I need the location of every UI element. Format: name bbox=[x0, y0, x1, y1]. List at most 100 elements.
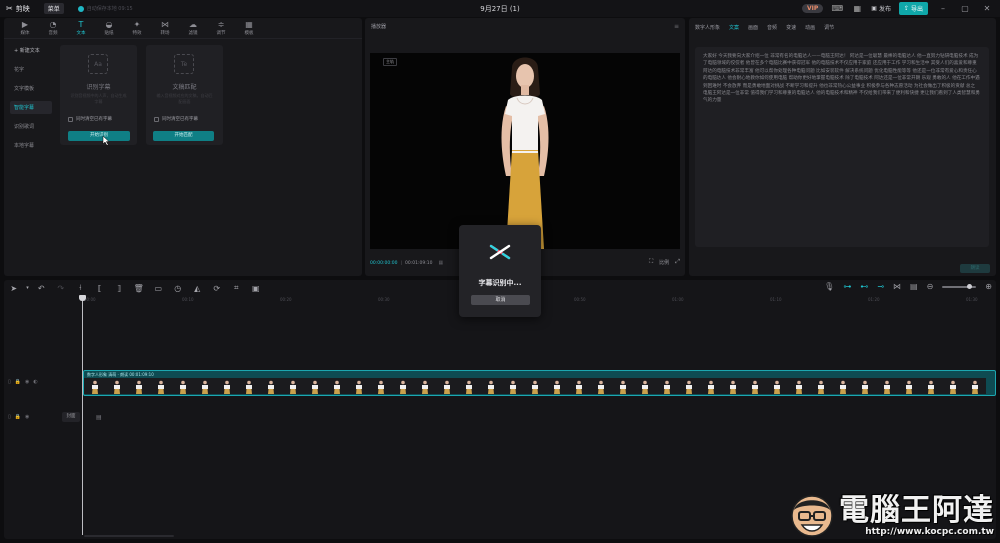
clip-frame bbox=[854, 378, 876, 394]
track-lock-icon[interactable]: ▯ bbox=[8, 379, 11, 385]
clip-frame bbox=[238, 378, 260, 394]
start-match-button[interactable]: 开始匹配 bbox=[153, 131, 214, 141]
lock-icon[interactable]: 🔒 bbox=[15, 379, 21, 385]
preview-axis-icon[interactable]: ▤ bbox=[910, 282, 918, 291]
publish-button[interactable]: ▣ 发布 bbox=[871, 4, 891, 13]
cover-button[interactable]: 封面 bbox=[62, 412, 80, 422]
tab-media[interactable]: ▶ 媒体 bbox=[12, 18, 38, 38]
tab-sticker[interactable]: ◒ 贴纸 bbox=[96, 18, 122, 38]
split-left-icon[interactable]: ⟦ bbox=[90, 282, 110, 294]
subtitle-cards: Aa 识别字幕 识别音视频中的人声，自动生成字幕 同时清空已有字幕 Te 文稿匹… bbox=[60, 45, 223, 145]
shortcut-icon[interactable]: ⌨ bbox=[831, 3, 843, 15]
fullscreen-icon[interactable]: ⤢ bbox=[675, 258, 680, 266]
script-editor[interactable]: 大家好 今天我要向大家介绍一位 非常有名的电脑达人——电脑王阿达！ 阿达是一位聪… bbox=[695, 47, 989, 247]
inspector-tab[interactable]: 调节 bbox=[824, 24, 834, 31]
clip-frame bbox=[656, 378, 678, 394]
new-text-button[interactable]: + 新建文本 bbox=[10, 44, 52, 57]
menu-button[interactable]: 菜单 bbox=[43, 3, 64, 14]
close-icon[interactable]: ✕ bbox=[980, 4, 994, 13]
auto-snap-icon[interactable]: ⊷ bbox=[860, 282, 868, 291]
read-aloud-button[interactable]: 朗读 bbox=[960, 264, 990, 273]
ratio-button[interactable]: 比例 bbox=[659, 259, 669, 266]
layout-icon[interactable]: ▦ bbox=[851, 3, 863, 15]
vip-badge[interactable]: VIP bbox=[801, 4, 824, 13]
clip-frame bbox=[744, 378, 766, 394]
tab-filter[interactable]: ☁ 滤镜 bbox=[180, 18, 206, 38]
crop-tool-icon[interactable]: ⌗ bbox=[227, 282, 247, 294]
tab-effects[interactable]: ✦ 特效 bbox=[124, 18, 150, 38]
inspector-tab[interactable]: 画面 bbox=[748, 24, 758, 31]
text-category-item[interactable]: 文字模板 bbox=[10, 82, 52, 95]
main-track-magnet-icon[interactable]: ⊶ bbox=[843, 282, 851, 291]
clip-frame bbox=[458, 378, 480, 394]
freeze-icon[interactable]: ▭ bbox=[149, 282, 169, 294]
tab-audio[interactable]: ◔ 音频 bbox=[40, 18, 66, 38]
track-lock-icon[interactable]: ▯ bbox=[8, 414, 11, 420]
card-description: 输入音视频对应的文稿，自动匹配画面 bbox=[156, 93, 213, 104]
redo-icon[interactable]: ↷ bbox=[51, 282, 71, 294]
watermark-text-block: 電腦王阿達 http://www.kocpc.com.tw bbox=[839, 495, 994, 538]
inspector-tab[interactable]: 变速 bbox=[786, 24, 796, 31]
chevron-down-icon[interactable]: ▾ bbox=[24, 282, 32, 294]
cancel-button[interactable]: 取消 bbox=[471, 295, 530, 305]
speaker-icon[interactable]: ◐ bbox=[33, 379, 37, 385]
inspector-tab[interactable]: 文案 bbox=[729, 24, 739, 31]
split-icon[interactable]: ⟊ bbox=[71, 282, 91, 294]
timeline-scrollbar[interactable] bbox=[84, 535, 174, 537]
more-icon[interactable]: ≡ bbox=[674, 23, 679, 30]
audio-track-controls: ▯ 🔒 ◉ bbox=[8, 414, 29, 420]
eye-icon[interactable]: ◉ bbox=[25, 379, 29, 385]
select-tool-icon[interactable]: ➤ bbox=[4, 282, 24, 294]
tab-label: 音频 bbox=[48, 31, 58, 36]
clear-existing-option[interactable]: 同时清空已有字幕 bbox=[68, 116, 112, 122]
timecode-format-icon[interactable]: ▦ bbox=[438, 260, 443, 266]
inspector-tab[interactable]: 音频 bbox=[767, 24, 777, 31]
zoom-out-icon[interactable]: ⊖ bbox=[927, 282, 934, 291]
text-category-item-smart-subtitle[interactable]: 智能字幕 bbox=[10, 101, 52, 114]
picture-in-picture-icon[interactable]: ▣ bbox=[246, 282, 266, 294]
title-bar: ✂ 剪映 菜单 自动保存本地 09:15 9月27日 (1) VIP ⌨ ▦ ▣… bbox=[0, 0, 1000, 17]
delete-icon[interactable]: 🗑 bbox=[129, 282, 149, 294]
video-preview[interactable]: 主轨 bbox=[370, 53, 680, 249]
tab-adjust[interactable]: ≑ 调节 bbox=[208, 18, 234, 38]
audio-split-icon[interactable]: ⋈ bbox=[893, 282, 901, 291]
script-text[interactable]: 大家好 今天我要向大家介绍一位 非常有名的电脑达人——电脑王阿达！ 阿达是一位聪… bbox=[703, 53, 981, 105]
checkbox-icon[interactable] bbox=[68, 116, 73, 122]
clip-thumbnails bbox=[84, 378, 995, 394]
linkage-icon[interactable]: ⊸ bbox=[877, 282, 884, 291]
start-recognition-button[interactable]: 开始识别 bbox=[68, 131, 130, 141]
playhead[interactable] bbox=[79, 295, 86, 535]
zoom-in-icon[interactable]: ⊕ bbox=[985, 282, 992, 291]
clear-existing-option[interactable]: 同时清空已有字幕 bbox=[154, 116, 198, 122]
mirror-icon[interactable]: ◭ bbox=[188, 282, 208, 294]
lock-icon[interactable]: 🔒 bbox=[15, 414, 21, 420]
clip-frame bbox=[194, 378, 216, 394]
text-category-item[interactable]: 识别歌词 bbox=[10, 120, 52, 133]
maximize-icon[interactable]: ▢ bbox=[958, 4, 972, 13]
export-button[interactable]: ⇪ 导出 bbox=[898, 2, 928, 15]
microphone-icon[interactable]: 🎙 bbox=[824, 282, 834, 291]
crop-icon[interactable]: ⛶ bbox=[649, 258, 653, 266]
clip-frame bbox=[920, 378, 942, 394]
tab-text[interactable]: T 文本 bbox=[68, 18, 94, 38]
eye-icon[interactable]: ◉ bbox=[25, 414, 29, 420]
play-reverse-icon[interactable]: ◷ bbox=[168, 282, 188, 294]
split-right-icon[interactable]: ⟧ bbox=[110, 282, 130, 294]
inspector-tab[interactable]: 数字人形象 bbox=[695, 24, 720, 31]
rotate-icon[interactable]: ⟳ bbox=[207, 282, 227, 294]
minimize-icon[interactable]: – bbox=[936, 4, 950, 13]
text-category-item[interactable]: 本地字幕 bbox=[10, 139, 52, 152]
zoom-slider[interactable] bbox=[942, 283, 977, 289]
tab-template[interactable]: ▦ 模板 bbox=[236, 18, 262, 38]
tab-transition[interactable]: ⋈ 转场 bbox=[152, 18, 178, 38]
digital-avatar-image bbox=[501, 57, 549, 249]
checkbox-icon[interactable] bbox=[154, 116, 159, 122]
export-label: 导出 bbox=[910, 6, 923, 13]
ruler-tick: 01:00 bbox=[672, 297, 684, 302]
video-clip[interactable]: 数字人形象 清萌 · 朗读 00:01:09:10 bbox=[83, 370, 996, 396]
text-category-item[interactable]: 花字 bbox=[10, 63, 52, 76]
inspector-tab[interactable]: 动画 bbox=[805, 24, 815, 31]
undo-icon[interactable]: ↶ bbox=[32, 282, 52, 294]
text-icon: T bbox=[78, 20, 84, 29]
inspector-tabs: 数字人形象 文案 画面 音频 变速 动画 调节 bbox=[695, 24, 834, 31]
